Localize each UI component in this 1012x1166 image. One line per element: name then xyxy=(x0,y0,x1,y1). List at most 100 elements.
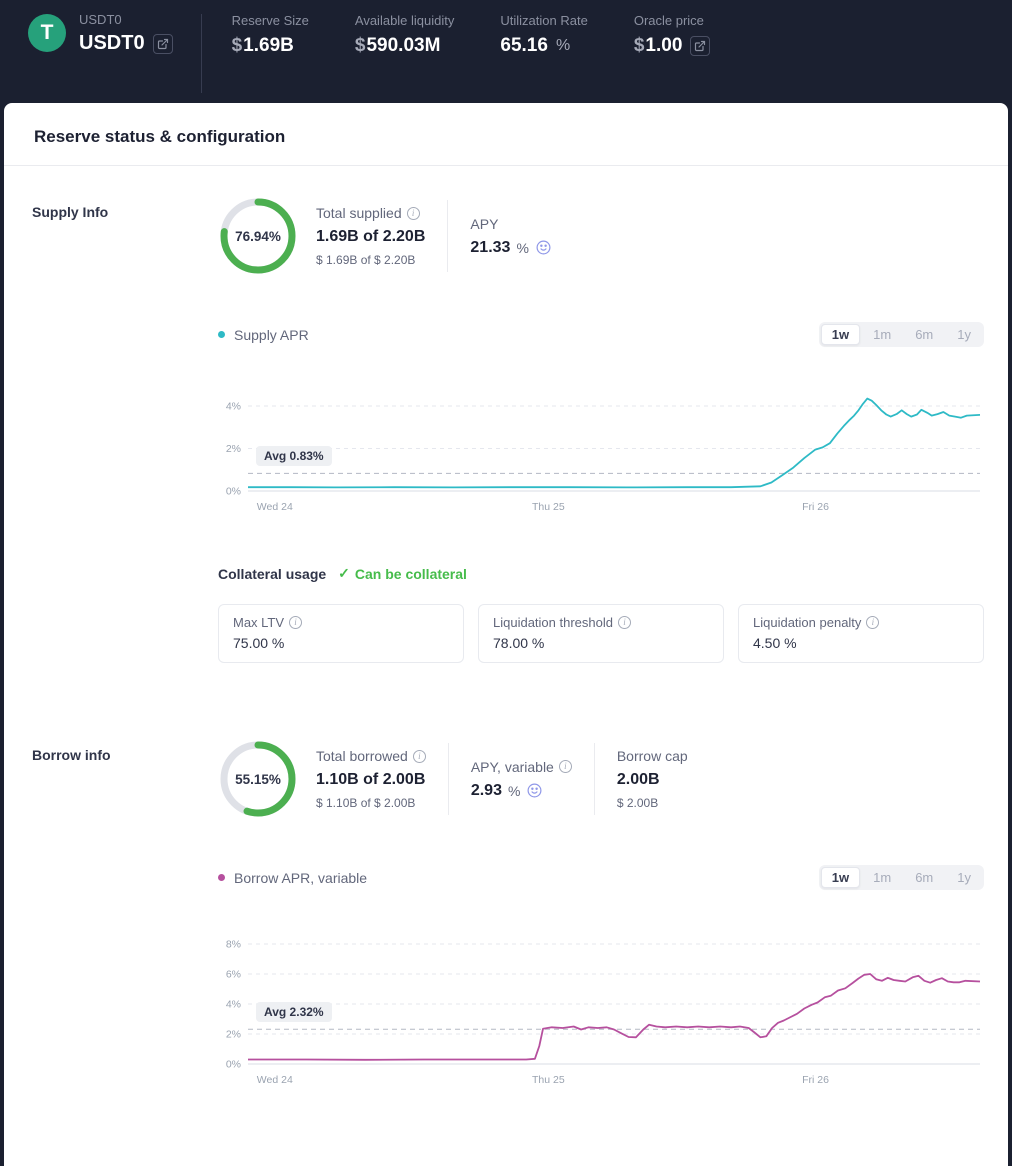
apy-variable-label: APY, variable xyxy=(471,759,554,775)
header-divider xyxy=(201,14,202,93)
percent-suffix: % xyxy=(516,240,528,256)
svg-text:Fri 26: Fri 26 xyxy=(802,501,829,513)
info-icon[interactable] xyxy=(866,616,879,629)
timeframe-1y-button[interactable]: 1y xyxy=(946,867,982,888)
usdt0-token-icon: T xyxy=(28,14,66,52)
liquidation-penalty-box: Liquidation penalty 4.50 % xyxy=(738,604,984,663)
check-icon: ✓ xyxy=(338,565,350,582)
supply-apy-block: APY 21.33 % xyxy=(466,216,556,257)
total-borrowed-label: Total borrowed xyxy=(316,748,408,764)
avg-badge: Avg 2.32% xyxy=(256,1002,332,1022)
page-title: Reserve status & configuration xyxy=(4,103,1008,166)
collateral-usage-title: Collateral usage xyxy=(218,566,326,582)
collateral-status-label: Can be collateral xyxy=(355,566,467,582)
svg-text:0%: 0% xyxy=(226,1059,241,1071)
borrow-stats-row: 55.15% Total borrowed 1.10B of 2.00B $ 1… xyxy=(218,739,984,819)
liquidation-threshold-label: Liquidation threshold xyxy=(493,615,613,630)
oracle-external-link-icon[interactable] xyxy=(690,36,710,56)
borrow-progress-ring: 55.15% xyxy=(218,739,298,819)
borrow-ring-percent: 55.15% xyxy=(218,739,298,819)
stat-value: 1.69B xyxy=(243,35,294,56)
stat-divider xyxy=(594,743,595,815)
info-icon[interactable] xyxy=(618,616,631,629)
svg-text:Fri 26: Fri 26 xyxy=(802,1074,829,1086)
timeframe-1y-button[interactable]: 1y xyxy=(946,324,982,345)
total-borrowed-value: 1.10B of 2.00B xyxy=(316,771,426,789)
borrow-section: Borrow info 55.15% Total borrowed 1.10B … xyxy=(4,709,1008,1136)
timeframe-6m-button[interactable]: 6m xyxy=(904,867,944,888)
svg-text:0%: 0% xyxy=(226,486,241,498)
stat-utilization-rate: Utilization Rate 65.16 % xyxy=(500,13,587,57)
apy-variable-value: 2.93 xyxy=(471,782,502,800)
stat-value: 590.03M xyxy=(366,35,440,56)
stat-value: 65.16 xyxy=(500,35,548,57)
svg-text:6%: 6% xyxy=(226,969,241,981)
stat-available-liquidity: Available liquidity $590.03M xyxy=(355,13,455,57)
info-icon[interactable] xyxy=(413,750,426,763)
legend-dot xyxy=(218,874,225,881)
apy-smiley-icon[interactable] xyxy=(526,782,543,799)
stat-oracle-price: Oracle price $1.00 xyxy=(634,13,711,57)
stat-divider xyxy=(447,200,448,272)
info-icon[interactable] xyxy=(559,760,572,773)
timeframe-1w-button[interactable]: 1w xyxy=(821,867,860,888)
stat-value: 1.00 xyxy=(645,35,682,56)
borrow-timeframe-selector: 1w 1m 6m 1y xyxy=(819,865,984,890)
liquidation-penalty-label: Liquidation penalty xyxy=(753,615,861,630)
total-supplied-usd: $ 1.69B of $ 2.20B xyxy=(316,253,425,267)
svg-text:4%: 4% xyxy=(226,999,241,1011)
supply-timeframe-selector: 1w 1m 6m 1y xyxy=(819,322,984,347)
timeframe-1m-button[interactable]: 1m xyxy=(862,867,902,888)
percent-suffix: % xyxy=(508,783,520,799)
svg-text:Wed 24: Wed 24 xyxy=(257,501,293,513)
token-symbol: USDT0 xyxy=(79,32,145,55)
borrow-cap-value: 2.00B xyxy=(617,771,688,789)
max-ltv-value: 75.00 % xyxy=(233,635,449,651)
header-stats: Reserve Size $1.69B Available liquidity … xyxy=(232,12,711,57)
svg-text:2%: 2% xyxy=(226,1029,241,1041)
stat-label: Utilization Rate xyxy=(500,13,587,28)
reserve-card: Reserve status & configuration Supply In… xyxy=(4,103,1008,1166)
info-icon[interactable] xyxy=(289,616,302,629)
avg-badge: Avg 0.83% xyxy=(256,446,332,466)
apy-smiley-icon[interactable] xyxy=(535,239,552,256)
supply-ring-percent: 76.94% xyxy=(218,196,298,276)
total-supplied-label: Total supplied xyxy=(316,205,402,221)
stat-reserve-size: Reserve Size $1.69B xyxy=(232,13,309,57)
collateral-status: ✓ Can be collateral xyxy=(338,565,467,582)
stat-label: Available liquidity xyxy=(355,13,455,28)
borrow-section-label: Borrow info xyxy=(32,739,218,1090)
legend-dot xyxy=(218,331,225,338)
svg-text:Wed 24: Wed 24 xyxy=(257,1074,293,1086)
token-block: T USDT0 USDT0 xyxy=(28,12,173,55)
borrow-apr-chart: 0%2%4%6%8%Wed 24Thu 25Fri 26Avg 2.32% xyxy=(218,916,984,1090)
percent-suffix: % xyxy=(556,37,570,55)
collateral-usage: Collateral usage ✓ Can be collateral Max… xyxy=(218,565,984,663)
liquidation-threshold-box: Liquidation threshold 78.00 % xyxy=(478,604,724,663)
currency-prefix: $ xyxy=(232,35,243,56)
total-borrowed-block: Total borrowed 1.10B of 2.00B $ 1.10B of… xyxy=(312,748,430,810)
token-kicker: USDT0 xyxy=(79,12,173,27)
borrow-apr-legend: Borrow APR, variable xyxy=(218,870,367,886)
supply-progress-ring: 76.94% xyxy=(218,196,298,276)
token-external-link-icon[interactable] xyxy=(153,34,173,54)
supply-apr-chart: 0%2%4%Wed 24Thu 25Fri 26Avg 0.83% xyxy=(218,373,984,517)
timeframe-6m-button[interactable]: 6m xyxy=(904,324,944,345)
svg-text:4%: 4% xyxy=(226,401,241,413)
liquidation-threshold-value: 78.00 % xyxy=(493,635,709,651)
legend-label: Borrow APR, variable xyxy=(234,870,367,886)
liquidation-penalty-value: 4.50 % xyxy=(753,635,969,651)
total-borrowed-usd: $ 1.10B of $ 2.00B xyxy=(316,796,426,810)
svg-text:Thu 25: Thu 25 xyxy=(532,501,565,513)
timeframe-1m-button[interactable]: 1m xyxy=(862,324,902,345)
stat-divider xyxy=(448,743,449,815)
apy-value: 21.33 xyxy=(470,239,510,257)
legend-label: Supply APR xyxy=(234,327,309,343)
timeframe-1w-button[interactable]: 1w xyxy=(821,324,860,345)
info-icon[interactable] xyxy=(407,207,420,220)
svg-text:Thu 25: Thu 25 xyxy=(532,1074,565,1086)
borrow-chart-header: Borrow APR, variable 1w 1m 6m 1y xyxy=(218,865,984,890)
supply-section-label: Supply Info xyxy=(32,196,218,663)
total-supplied-block: Total supplied 1.69B of 2.20B $ 1.69B of… xyxy=(312,205,429,267)
stat-label: Reserve Size xyxy=(232,13,309,28)
